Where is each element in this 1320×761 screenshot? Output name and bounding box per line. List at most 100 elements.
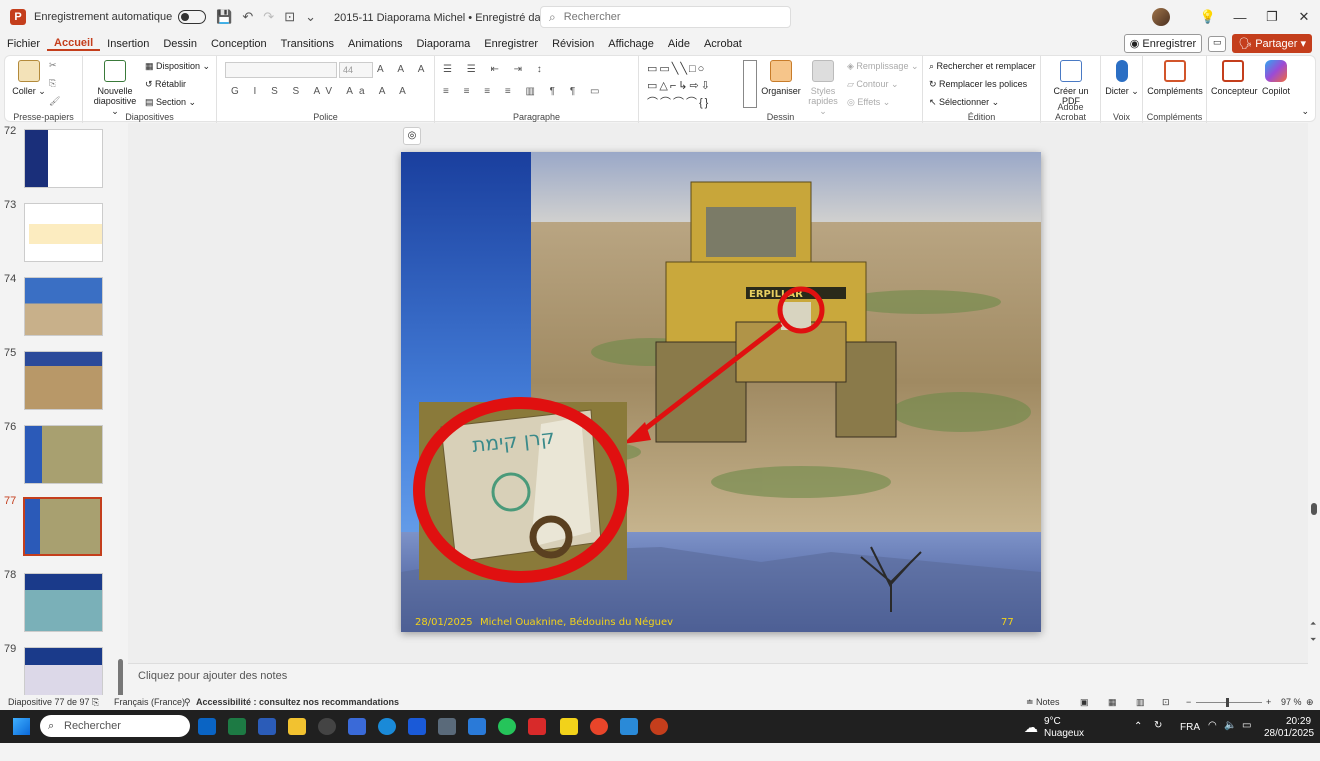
comments-icon[interactable]: ▭ (1208, 35, 1227, 52)
tab-accueil[interactable]: Accueil (47, 37, 101, 51)
tab-conception[interactable]: Conception (204, 38, 274, 50)
shape-outline-button[interactable]: ▱ Contour ⌄ (847, 79, 898, 90)
thumbnail-slide[interactable] (24, 351, 103, 410)
tab-diaporama[interactable]: Diaporama (409, 38, 477, 50)
thumbnail-slide[interactable] (24, 277, 103, 336)
arrange-button[interactable]: Organiser (761, 60, 801, 96)
addins-button[interactable]: Compléments (1145, 60, 1205, 96)
notes-pane[interactable]: Cliquez pour ajouter des notes (128, 663, 1308, 695)
dell-icon[interactable] (318, 718, 336, 735)
save-icon[interactable]: 💾 (216, 9, 232, 25)
sync-icon[interactable]: ↻ (1154, 720, 1162, 753)
clock-date[interactable]: 28/01/2025 (1264, 728, 1314, 761)
skype-icon[interactable] (378, 718, 396, 735)
quick-styles-button[interactable]: Styles rapides ⌄ (805, 60, 841, 116)
record-button[interactable]: ◉ Enregistrer (1123, 34, 1203, 53)
find-replace-button[interactable]: ⌕ Rechercher et remplacer (929, 61, 1036, 72)
tab-fichier[interactable]: Fichier (0, 38, 47, 50)
lightbulb-icon[interactable]: 💡 (1192, 9, 1224, 25)
volume-icon[interactable]: 🔈 (1224, 720, 1236, 753)
paint-icon[interactable] (620, 718, 638, 735)
word-icon[interactable] (258, 718, 276, 735)
zoom-out-icon[interactable]: − (1186, 697, 1191, 707)
windows-start-icon[interactable] (13, 718, 30, 735)
scrollbar-thumb[interactable] (1311, 503, 1317, 515)
slide-sorter-icon[interactable]: ▦ (1108, 697, 1117, 708)
chrome-icon[interactable] (590, 718, 608, 735)
close-button[interactable]: ✕ (1288, 9, 1320, 25)
outlook-icon[interactable] (198, 718, 216, 735)
thumbnail-slide-selected[interactable] (23, 497, 102, 556)
select-button[interactable]: ↖ Sélectionner ⌄ (929, 97, 999, 108)
align-buttons[interactable]: ≡ ≡ ≡ ≡ ▥ ¶ ¶ ▭ (443, 86, 605, 97)
norton-icon[interactable] (560, 718, 578, 735)
thumbnail-slide[interactable] (24, 573, 103, 632)
layout-button[interactable]: ▦ Disposition ⌄ (145, 61, 210, 72)
share-button[interactable]: 🗣 Partager ▾ (1232, 34, 1312, 53)
copy-icon[interactable]: ⎘ (49, 78, 56, 89)
restore-button[interactable]: ❐ (1256, 9, 1288, 25)
tab-acrobat[interactable]: Acrobat (697, 38, 749, 50)
calculator-icon[interactable] (438, 718, 456, 735)
tab-enregistrer[interactable]: Enregistrer (477, 38, 545, 50)
reading-view-icon[interactable]: ▥ (1136, 697, 1145, 708)
tab-aide[interactable]: Aide (661, 38, 697, 50)
font-size-buttons[interactable]: A A A (377, 64, 430, 75)
canvas-scrollbar[interactable]: ⏶ ⏷ (1308, 123, 1320, 695)
shapes-gallery[interactable]: ▭▭╲╲□○ ▭△⌐↳⇨⇩ ⌒⌒⌒⌒{} (647, 61, 747, 111)
notes-toggle[interactable]: ≐ Notes (1026, 697, 1060, 708)
ribbon-collapse-icon[interactable]: ⌄ (1301, 106, 1309, 117)
zoom-level[interactable]: 97 % (1281, 697, 1302, 707)
wifi-icon[interactable]: ◠ (1208, 720, 1217, 753)
taskbar-search[interactable]: ⌕ Rechercher (40, 715, 190, 737)
replace-fonts-button[interactable]: ↻ Remplacer les polices (929, 79, 1027, 90)
thumbnail-slide[interactable] (24, 647, 103, 695)
excel-icon[interactable] (228, 718, 246, 735)
list-buttons[interactable]: ☰ ☰ ⇤ ⇥ ↕ (443, 64, 548, 75)
copilot-button[interactable]: Copilot (1257, 60, 1295, 96)
font-size-select[interactable]: 44 (339, 62, 373, 78)
cut-icon[interactable]: ✂ (49, 60, 57, 71)
font-style-buttons[interactable]: G I S S AV Aa A A (231, 86, 412, 97)
next-slide-icon[interactable]: ⏷ (1310, 635, 1316, 645)
thumbnail-slide[interactable] (24, 425, 103, 484)
tab-animations[interactable]: Animations (341, 38, 409, 50)
thumbnail-slide[interactable] (24, 129, 103, 188)
zoom-slider-thumb[interactable] (1226, 698, 1229, 707)
slideshow-icon[interactable]: ⊡ (1162, 697, 1170, 708)
create-pdf-button[interactable]: Créer un PDF (1049, 60, 1093, 106)
powerpoint-taskbar-icon[interactable] (650, 718, 668, 735)
present-icon[interactable]: ⊡ (284, 9, 295, 25)
file-explorer-icon[interactable] (288, 718, 306, 735)
dictate-button[interactable]: Dicter ⌄ (1103, 60, 1141, 96)
shape-fill-button[interactable]: ◈ Remplissage ⌄ (847, 61, 919, 72)
paste-button[interactable]: Coller ⌄ (11, 60, 47, 96)
undo-icon[interactable]: ↶ (242, 9, 253, 25)
fit-to-window-icon[interactable]: ⊕ (1306, 697, 1314, 708)
section-button[interactable]: ▤ Section ⌄ (145, 97, 196, 108)
reset-button[interactable]: ↺ Rétablir (145, 79, 186, 90)
avatar[interactable] (1152, 8, 1170, 26)
normal-view-icon[interactable]: ▣ (1080, 697, 1089, 708)
redo-icon[interactable]: ↷ (263, 9, 274, 25)
prev-slide-icon[interactable]: ⏶ (1310, 619, 1316, 629)
font-family-select[interactable] (225, 62, 337, 78)
thumbnails-scrollbar[interactable] (118, 659, 123, 695)
shape-effects-button[interactable]: ◎ Effets ⌄ (847, 97, 890, 108)
whatsapp-icon[interactable] (498, 718, 516, 735)
format-painter-icon[interactable]: 🖌 (49, 96, 60, 107)
minimize-button[interactable]: — (1224, 10, 1256, 25)
tab-révision[interactable]: Révision (545, 38, 601, 50)
thumbnail-slide[interactable] (24, 203, 103, 262)
store-icon[interactable] (468, 718, 486, 735)
designer-suggestion-icon[interactable]: ◎ (403, 127, 421, 145)
tab-affichage[interactable]: Affichage (601, 38, 661, 50)
tab-transitions[interactable]: Transitions (274, 38, 341, 50)
tab-insertion[interactable]: Insertion (100, 38, 156, 50)
shapes-more-button[interactable] (743, 60, 757, 108)
calendar-icon[interactable] (348, 718, 366, 735)
spell-check-icon[interactable]: ⎘ (92, 697, 99, 708)
zoom-slider[interactable] (1196, 702, 1262, 703)
show-hidden-icons[interactable]: ⌃ (1134, 721, 1142, 754)
input-language[interactable]: FRA (1180, 722, 1200, 755)
